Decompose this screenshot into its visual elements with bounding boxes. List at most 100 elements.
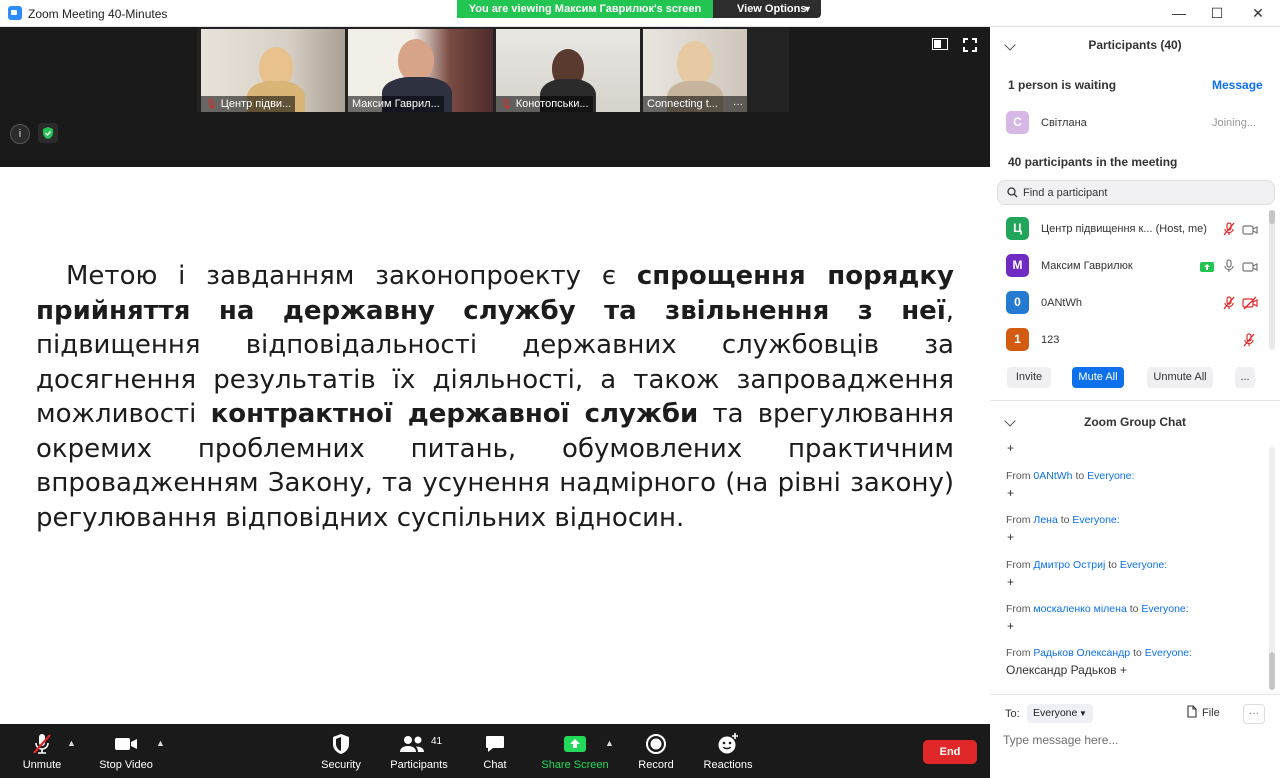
participants-button[interactable]: 41 Participants [388,724,450,778]
participants-scrollbar[interactable] [1269,210,1275,224]
chat-message: Олександр Радьков + [1006,663,1127,677]
participant-search[interactable] [997,180,1275,205]
participants-count-label: 40 participants in the meeting [1008,155,1178,169]
mic-muted-icon[interactable] [1222,222,1236,238]
avatar: С [1006,111,1029,134]
chat-message-header: From москаленко мілена to Everyone: [1006,603,1189,615]
participants-title: Participants (40) [1088,38,1182,52]
record-label: Record [638,759,674,771]
video-options-chevron-icon[interactable]: ▲ [156,738,165,748]
reactions-button[interactable]: Reactions [702,724,754,778]
tile-name: 🎙 Конотопськи... [496,96,593,112]
tile-name-label: Центр підви... [220,98,292,110]
avatar: 1 [1006,328,1029,351]
recipient-dropdown[interactable]: Everyone ▼ [1027,704,1093,723]
participant-name: Центр підвищення к... (Host, me) [1041,223,1207,235]
fullscreen-icon[interactable] [963,38,977,55]
side-panel: Participants (40) 1 person is waiting Me… [990,27,1280,778]
stop-video-button[interactable]: Stop Video [97,724,155,778]
file-label: File [1202,707,1220,719]
end-meeting-button[interactable]: End [923,740,977,764]
participant-role: (Host, me) [1155,223,1207,235]
participant-search-input[interactable] [1023,184,1263,202]
slide-bold-2: контрактної державної служби [210,399,699,429]
participant-name: Максим Гаврилюк [1041,260,1133,272]
person-head [398,39,434,81]
waiting-room-label: 1 person is waiting [1008,78,1117,92]
video-camera-icon[interactable] [1242,223,1258,239]
video-area: 🎙 Центр підви... Максим Гаврил... 🎙 Коното… [0,27,990,167]
file-icon [1187,705,1197,718]
invite-button[interactable]: Invite [1007,367,1051,388]
chat-sender[interactable]: москаленко мілена [1033,603,1126,615]
chat-bubble-icon [476,732,514,756]
chat-message-input[interactable] [1003,730,1268,750]
participant-name: Світлана [1041,117,1087,129]
maximize-button[interactable]: ☐ [1207,4,1227,22]
chat-recipient[interactable]: Everyone: [1087,470,1134,482]
tile-name: Максим Гаврил... [348,96,444,112]
video-tile[interactable]: 🎙 Центр підви... [201,29,345,112]
tile-name-label: Конотопськи... [515,98,589,110]
record-button[interactable]: Record [634,724,678,778]
unmute-button[interactable]: Unmute [16,724,68,778]
chat-button[interactable]: Chat [476,724,514,778]
close-window-button[interactable]: ✕ [1248,4,1268,22]
video-off-icon[interactable] [1242,296,1258,312]
mic-muted-icon [16,732,68,756]
person-head [677,41,713,85]
smiley-icon [702,732,754,756]
search-icon [1007,187,1018,198]
tile-name-label: Connecting t... [647,98,718,110]
share-screen-icon [540,732,610,756]
to-word: to [1133,647,1142,659]
unmute-all-button[interactable]: Unmute All [1147,367,1213,388]
chat-sender[interactable]: Дмитро Остриј [1033,559,1105,571]
file-button[interactable]: File [1186,705,1220,719]
chat-scrollbar[interactable] [1269,652,1275,690]
divider [990,400,1280,401]
mic-muted-icon[interactable] [1222,296,1236,312]
chat-message-header: From Радьков Олександр to Everyone: [1006,647,1192,659]
chat-message-header: From 0ANtWh to Everyone: [1006,470,1134,482]
chevron-down-icon: ▼ [1079,709,1087,718]
mute-all-button[interactable]: Mute All [1072,367,1124,388]
more-chat-options-button[interactable]: ··· [1243,704,1265,724]
view-options-button[interactable]: View Options ▼ [713,0,821,18]
minimize-button[interactable]: — [1169,4,1189,22]
from-label: From [1006,559,1031,571]
info-icon[interactable]: i [10,124,30,144]
tile-name: 🎙 Центр підви... [201,96,296,112]
to-label: To: [1005,708,1020,720]
message-waiting-button[interactable]: Message [1212,78,1263,92]
participant-name-label: Центр підвищення к... [1041,223,1153,235]
view-options-label: View Options [737,3,807,15]
video-tile[interactable]: Максим Гаврил... [348,29,493,112]
share-options-chevron-icon[interactable]: ▲ [605,738,614,748]
mic-muted-icon[interactable] [1242,333,1256,349]
chat-recipient[interactable]: Everyone: [1120,559,1167,571]
audio-options-chevron-icon[interactable]: ▲ [67,738,76,748]
video-tile[interactable]: 🎙 Конотопськи... [496,29,640,112]
chat-recipient[interactable]: Everyone: [1141,603,1188,615]
encryption-shield-icon[interactable] [38,123,58,143]
view-layout-icon[interactable] [932,38,948,53]
chat-sender[interactable]: Лена [1033,514,1057,526]
chat-sender[interactable]: 0ANtWh [1033,470,1072,482]
video-tile[interactable]: Connecting t... ··· [643,29,747,112]
security-button[interactable]: Security [316,724,366,778]
chat-message-header: From Лена to Everyone: [1006,514,1120,526]
share-screen-button[interactable]: Share Screen [540,724,610,778]
slide-paragraph: Метою і завданням законопроекту є спроще… [36,259,954,535]
window-title: Zoom Meeting 40-Minutes [28,7,168,21]
chat-sender[interactable]: Радьков Олександр [1033,647,1130,659]
chat-recipient[interactable]: Everyone: [1072,514,1119,526]
more-participant-options-button[interactable]: ... [1235,367,1255,388]
mic-icon[interactable] [1222,259,1236,275]
more-options-icon[interactable]: ··· [733,99,743,110]
video-camera-icon[interactable] [1242,260,1258,276]
chat-recipient[interactable]: Everyone: [1145,647,1192,659]
chat-message: + [1007,486,1015,500]
chat-message: + [1007,441,1015,455]
to-word: to [1129,603,1139,615]
